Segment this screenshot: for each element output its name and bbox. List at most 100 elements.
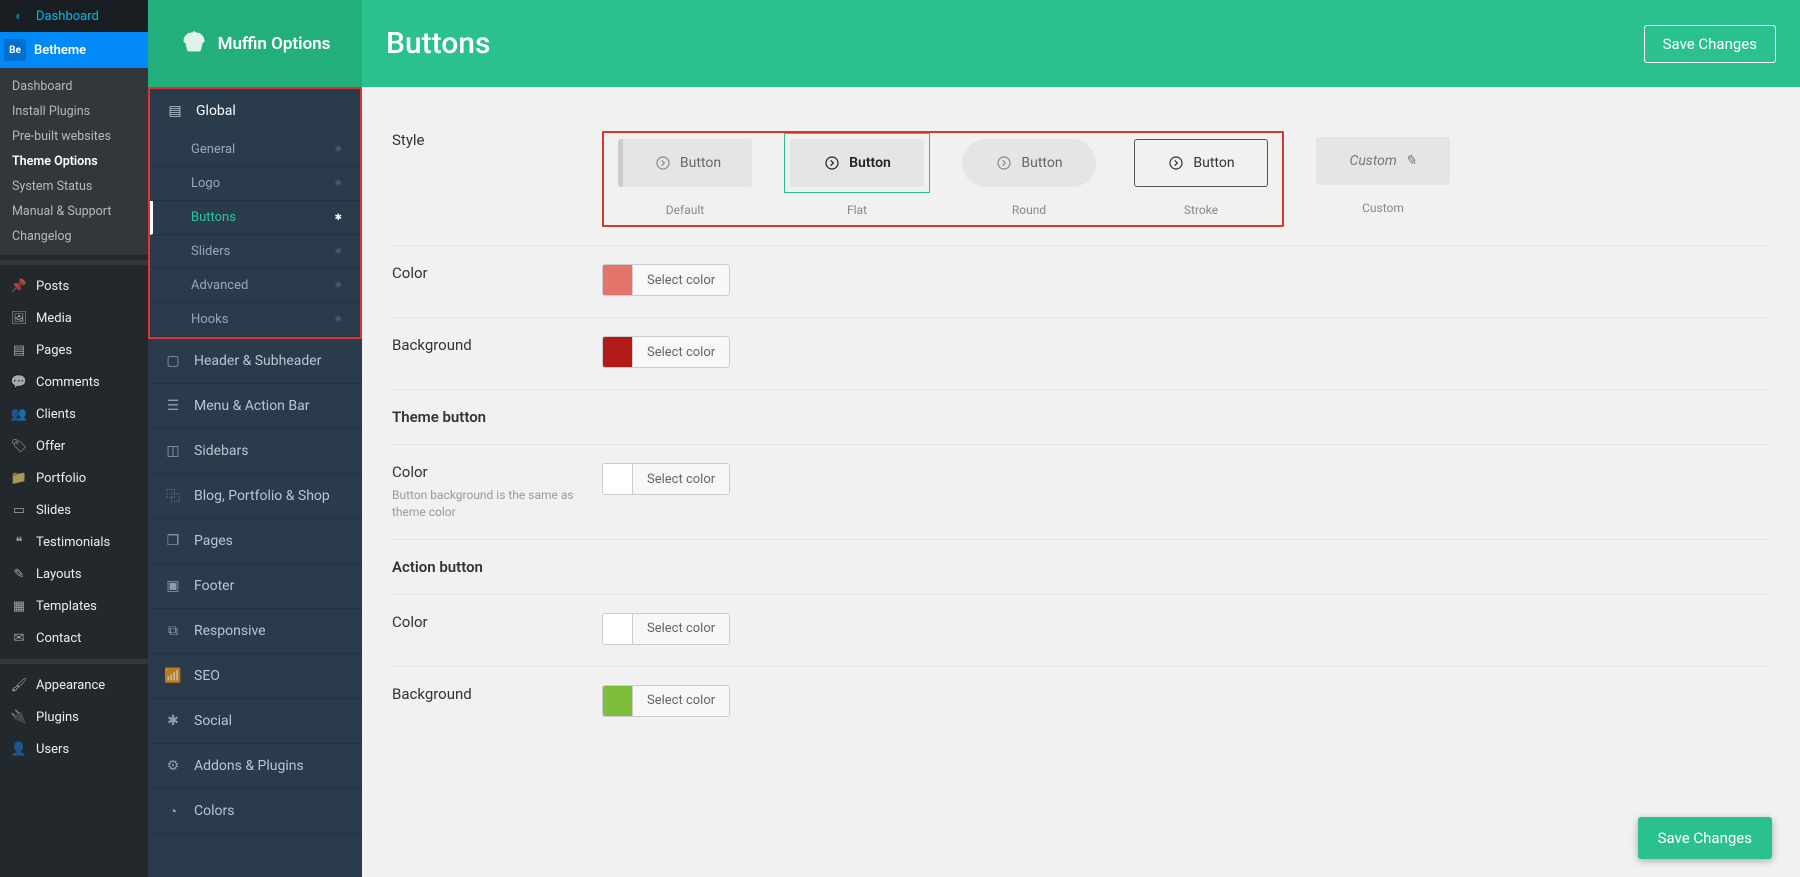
subcat-sliders[interactable]: Sliders xyxy=(150,235,360,269)
page-title: Buttons xyxy=(386,26,490,61)
color-picker-label: Select color xyxy=(633,614,729,644)
color-picker[interactable]: Select color xyxy=(602,264,730,296)
wp-menu-betheme[interactable]: BeBetheme xyxy=(0,32,148,68)
style-flat[interactable]: Button Flat xyxy=(784,133,930,217)
style-round[interactable]: Button Round xyxy=(956,133,1102,217)
quote-icon: ❝ xyxy=(10,533,28,551)
wp-submenu-item[interactable]: Theme Options xyxy=(0,149,148,174)
wp-menu-portfolio[interactable]: 📁Portfolio xyxy=(0,462,148,494)
wp-menu-clients[interactable]: 👥 Clients xyxy=(0,398,148,430)
wp-menu-label: Layouts xyxy=(36,567,82,582)
layout-icon: ▤ xyxy=(166,102,184,120)
cat-sidebars[interactable]: ◫Sidebars xyxy=(148,429,362,474)
pencil-icon: ✎ xyxy=(1405,153,1417,169)
row-background: Background Select color xyxy=(392,318,1770,390)
cat-footer[interactable]: ▣Footer xyxy=(148,564,362,609)
wp-menu-comments[interactable]: 💬Comments xyxy=(0,366,148,398)
wp-submenu-item[interactable]: Manual & Support xyxy=(0,199,148,224)
cat-menu[interactable]: ☰Menu & Action Bar xyxy=(148,384,362,429)
palette-icon: ◔ xyxy=(164,802,182,820)
wp-menu-dashboard[interactable]: ◐Dashboard xyxy=(0,0,148,32)
style-caption: Flat xyxy=(847,203,867,217)
brand-label: Muffin Options xyxy=(218,34,331,54)
cat-blog[interactable]: ⿻ Blog, Portfolio & Shop xyxy=(148,474,362,519)
separator xyxy=(0,659,148,664)
cat-addons[interactable]: ⚙Addons & Plugins xyxy=(148,744,362,789)
cat-responsive[interactable]: ⧉Responsive xyxy=(148,609,362,654)
color-picker-theme[interactable]: Select color xyxy=(602,463,730,495)
wp-submenu-item[interactable]: Dashboard xyxy=(0,74,148,99)
style-custom[interactable]: Custom✎ Custom xyxy=(1310,131,1456,227)
color-picker-bg[interactable]: Select color xyxy=(602,336,730,368)
muffin-icon xyxy=(180,30,208,57)
wp-menu-label: Portfolio xyxy=(36,471,86,486)
color-picker-label: Select color xyxy=(633,337,729,367)
wp-submenu-item[interactable]: System Status xyxy=(0,174,148,199)
wp-menu-plugins[interactable]: 🔌 Plugins xyxy=(0,701,148,733)
subcat-general[interactable]: General xyxy=(150,133,360,167)
label-text: Color xyxy=(392,463,428,481)
preview-text: Custom xyxy=(1349,153,1396,169)
wp-menu-offer[interactable]: 🏷Offer xyxy=(0,430,148,462)
wp-menu-slides[interactable]: ▭Slides xyxy=(0,494,148,526)
wp-menu-users[interactable]: 👤Users xyxy=(0,733,148,765)
save-button-top[interactable]: Save Changes xyxy=(1644,25,1776,63)
preview-text: Button xyxy=(1021,155,1062,171)
plug-icon: 🔌 xyxy=(10,708,28,726)
cat-colors[interactable]: ◔Colors xyxy=(148,789,362,834)
header-icon: ▢ xyxy=(164,352,182,370)
wp-menu-pages[interactable]: ▤Pages xyxy=(0,334,148,366)
wp-menu-label: Dashboard xyxy=(36,9,99,24)
comment-icon: 💬 xyxy=(10,373,28,391)
grid-icon: ▦ xyxy=(10,597,28,615)
cat-pages[interactable]: ❐Pages xyxy=(148,519,362,564)
subcat-buttons[interactable]: Buttons xyxy=(150,201,360,235)
color-picker-label: Select color xyxy=(633,686,729,716)
wp-submenu-item[interactable]: Pre-built websites xyxy=(0,124,148,149)
wp-menu-contact[interactable]: ✉Contact xyxy=(0,622,148,654)
copy-icon: ⿻ xyxy=(164,487,182,505)
style-stroke[interactable]: Button Stroke xyxy=(1128,133,1274,217)
subcat-advanced[interactable]: Advanced xyxy=(150,269,360,303)
cat-label: Global xyxy=(196,103,236,119)
wp-menu-media[interactable]: 🖼Media xyxy=(0,302,148,334)
wp-menu-testimonials[interactable]: ❝Testimonials xyxy=(0,526,148,558)
wp-submenu-item[interactable]: Install Plugins xyxy=(0,99,148,124)
subcat-hooks[interactable]: Hooks xyxy=(150,303,360,337)
preview-text: Button xyxy=(680,155,721,171)
row-style: Style Button Default Button Flat xyxy=(392,113,1770,246)
arrow-circle-icon xyxy=(1167,154,1185,172)
arrow-circle-icon xyxy=(995,154,1013,172)
cat-label: Addons & Plugins xyxy=(194,758,304,774)
wp-menu-label: Contact xyxy=(36,631,81,646)
style-options: Button Default Button Flat Button Round xyxy=(602,131,1770,227)
color-picker-action-color[interactable]: Select color xyxy=(602,613,730,645)
wp-menu-layouts[interactable]: ✎Layouts xyxy=(0,558,148,590)
tag-icon: 🏷 xyxy=(10,437,28,455)
color-swatch xyxy=(603,337,633,367)
color-swatch xyxy=(603,265,633,295)
label-action-color: Color xyxy=(392,613,602,648)
color-picker-label: Select color xyxy=(633,464,729,494)
wp-menu-label: Plugins xyxy=(36,710,79,725)
cat-label: Social xyxy=(194,713,232,729)
cat-seo[interactable]: 📶SEO xyxy=(148,654,362,699)
wp-menu-label: Pages xyxy=(36,343,72,358)
users-icon: 👥 xyxy=(10,405,28,423)
style-default[interactable]: Button Default xyxy=(612,133,758,217)
cat-label: Blog, Portfolio & Shop xyxy=(194,488,330,504)
cat-global[interactable]: ▤ Global xyxy=(150,89,360,133)
wp-menu-appearance[interactable]: 🖌Appearance xyxy=(0,669,148,701)
subcat-logo[interactable]: Logo xyxy=(150,167,360,201)
color-picker-action-bg[interactable]: Select color xyxy=(602,685,730,717)
save-button-bottom[interactable]: Save Changes xyxy=(1638,817,1772,859)
chart-icon: 📶 xyxy=(164,667,182,685)
label-theme-color: Color Button background is the same as t… xyxy=(392,463,602,521)
wp-menu-posts[interactable]: 📌Posts xyxy=(0,270,148,302)
cat-header[interactable]: ▢Header & Subheader xyxy=(148,339,362,384)
wp-menu-templates[interactable]: ▦Templates xyxy=(0,590,148,622)
wp-submenu-item[interactable]: Changelog xyxy=(0,224,148,249)
wp-menu-label: Clients xyxy=(36,407,76,422)
section-action-button: Action button xyxy=(392,540,1770,595)
cat-social[interactable]: ✱Social xyxy=(148,699,362,744)
